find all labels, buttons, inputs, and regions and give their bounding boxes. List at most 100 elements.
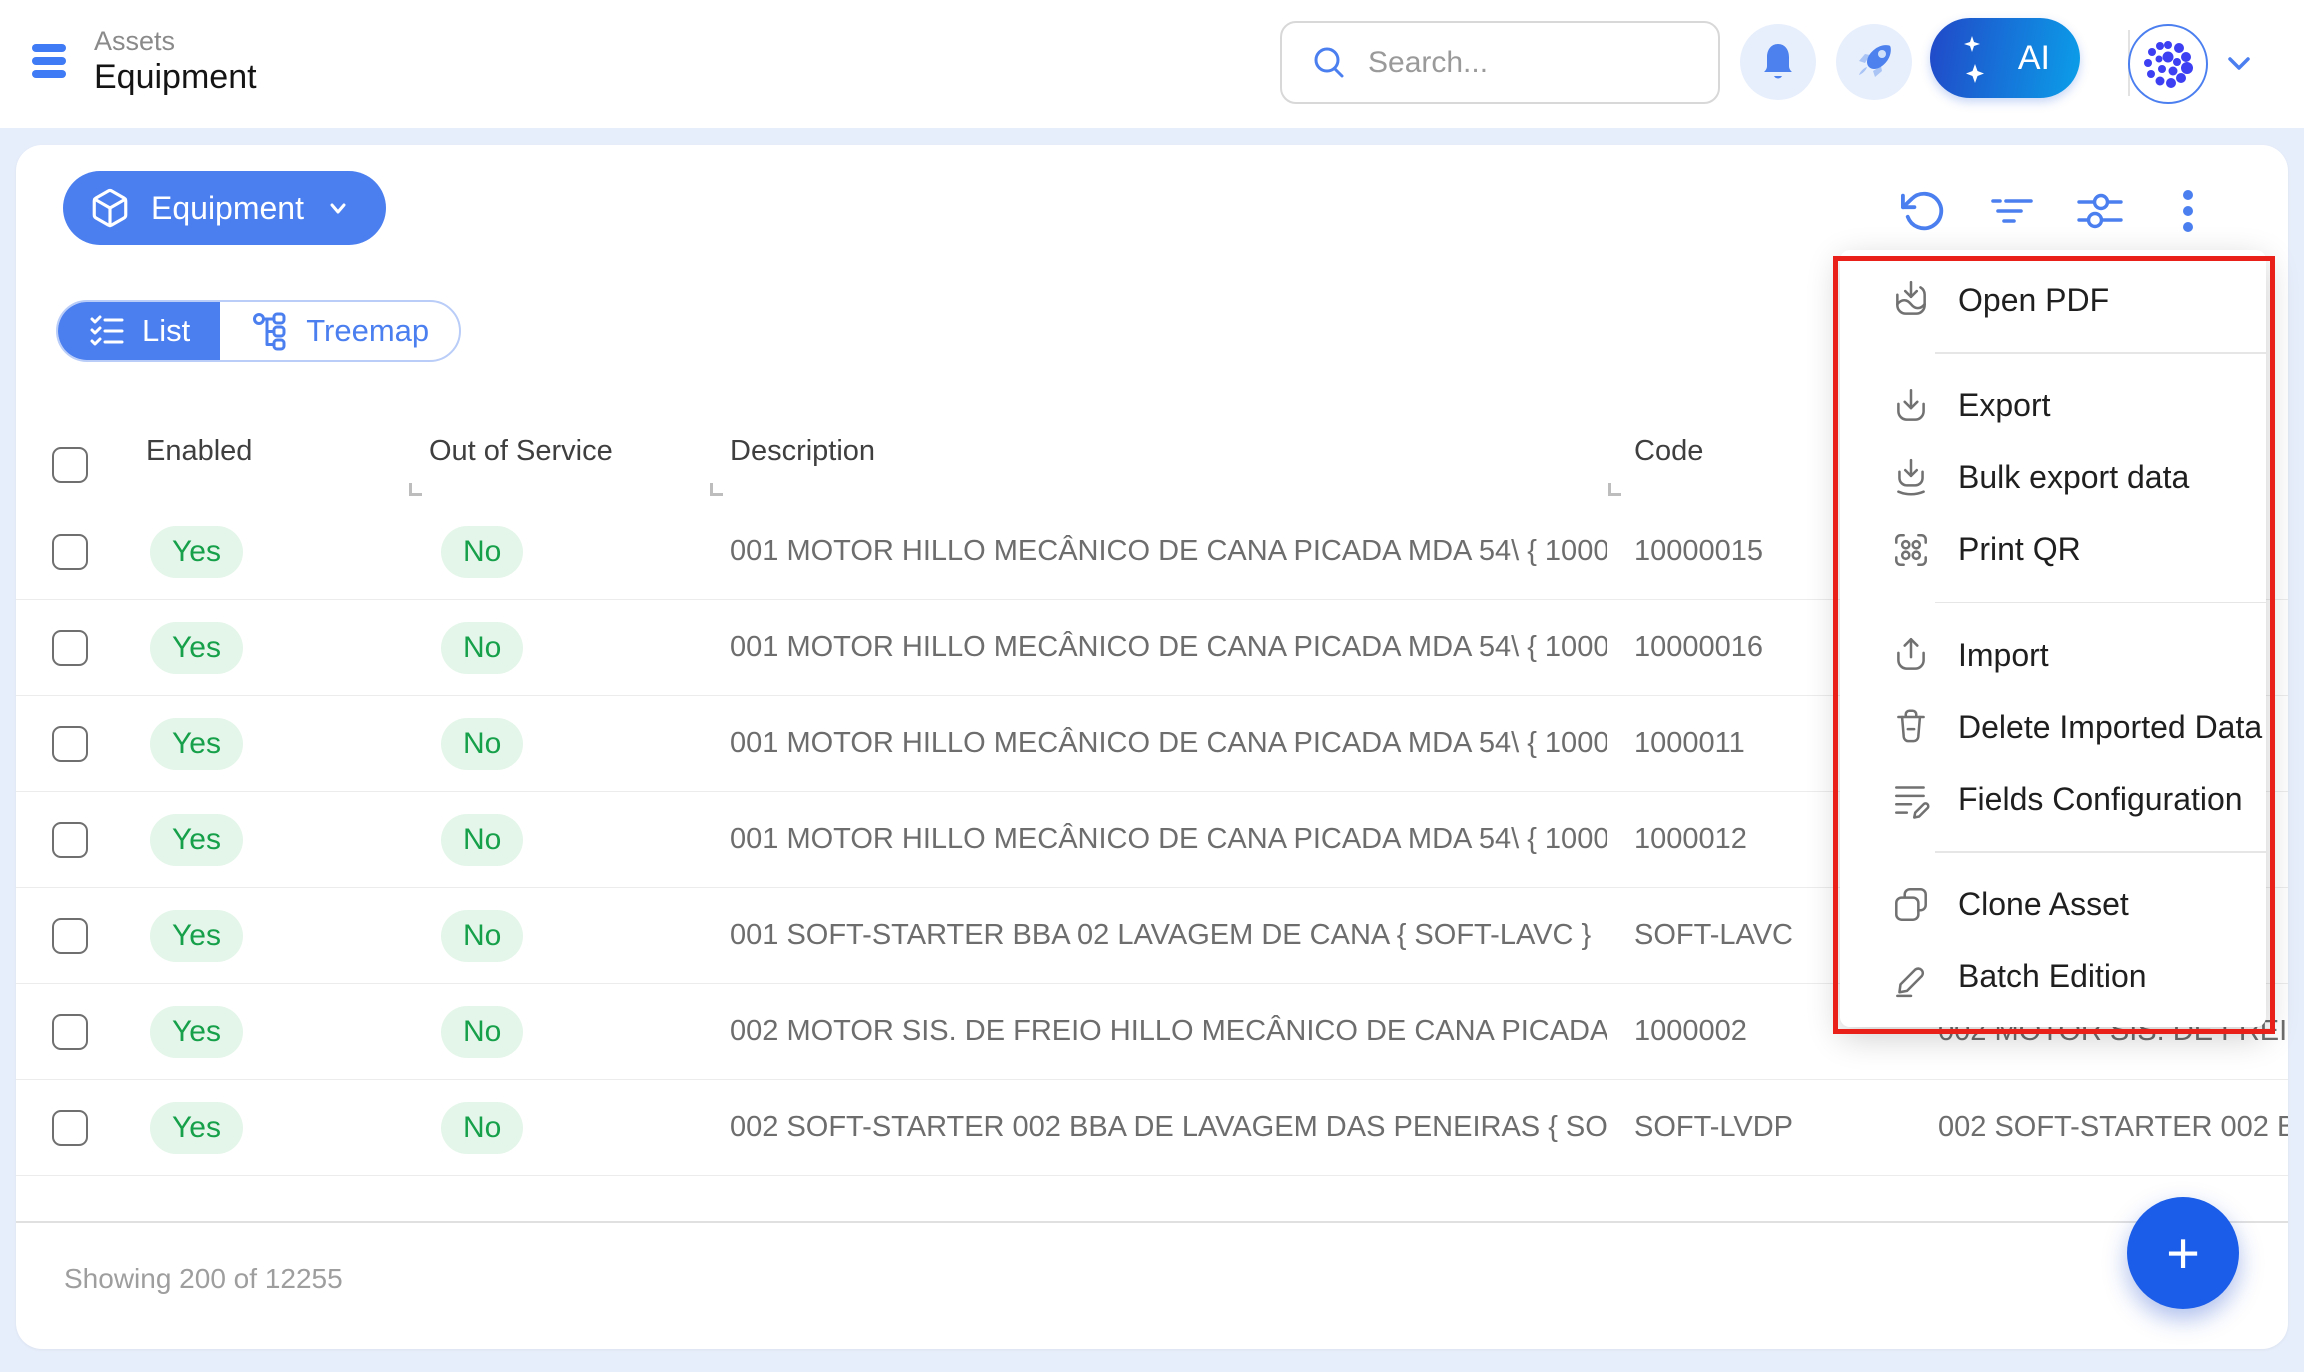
export-icon [1890, 385, 1932, 427]
search-box[interactable] [1280, 21, 1720, 104]
out-of-service-badge: No [441, 1102, 523, 1154]
enabled-badge: Yes [150, 910, 243, 962]
description-cell: 002 SOFT-STARTER 002 BBA DE LAVAGEM DAS … [702, 1111, 1607, 1144]
notifications-button[interactable] [1740, 24, 1816, 100]
menu-item-delete-imported-data[interactable]: Delete Imported Data [1840, 691, 2266, 763]
menu-item-batch-edition[interactable]: Batch Edition [1840, 941, 2266, 1013]
row-checkbox[interactable] [52, 1110, 88, 1146]
tab-treemap-view[interactable]: Treemap [220, 302, 459, 360]
hamburger-menu-icon[interactable] [32, 44, 66, 80]
out-of-service-badge: No [441, 814, 523, 866]
more-options-menu: Open PDF Export Bulk export data Print Q… [1840, 250, 2266, 1027]
box-icon [89, 187, 131, 229]
enabled-badge: Yes [150, 1006, 243, 1058]
page-title: Equipment [94, 58, 257, 97]
out-of-service-badge: No [441, 718, 523, 770]
bell-icon [1758, 40, 1798, 84]
column-header-enabled[interactable]: Enabled [146, 435, 402, 468]
menu-item-fields-configuration[interactable]: Fields Configuration [1840, 763, 2266, 835]
plus-icon: + [2166, 1220, 2200, 1287]
enabled-badge: Yes [150, 718, 243, 770]
top-bar: Assets Equipment [0, 0, 2304, 128]
description-cell: 001 MOTOR HILLO MECÂNICO DE CANA PICADA … [702, 727, 1607, 760]
org-logo-dots-icon [2139, 35, 2197, 93]
kebab-menu-icon [2181, 187, 2195, 235]
pencil-icon [1890, 956, 1932, 998]
entity-selector-button[interactable]: Equipment [63, 171, 386, 245]
search-input[interactable] [1368, 46, 1668, 80]
bulk-export-icon [1890, 457, 1932, 499]
more-options-button[interactable] [2164, 187, 2212, 235]
column-header-description[interactable]: Description [730, 435, 1607, 468]
row-checkbox[interactable] [52, 822, 88, 858]
add-asset-fab[interactable]: + [2127, 1197, 2239, 1309]
enabled-badge: Yes [150, 814, 243, 866]
description-cell: 001 MOTOR HILLO MECÂNICO DE CANA PICADA … [702, 823, 1607, 856]
select-all-checkbox[interactable] [52, 447, 88, 483]
clone-icon [1890, 884, 1932, 926]
out-of-service-badge: No [441, 1006, 523, 1058]
column-header-out-of-service[interactable]: Out of Service [429, 435, 702, 468]
ai-button-label: AI [2018, 39, 2050, 78]
extra-cell: 002 SOFT-STARTER 002 BE [1907, 1111, 2288, 1144]
menu-item-bulk-export[interactable]: Bulk export data [1840, 442, 2266, 514]
menu-item-export[interactable]: Export [1840, 370, 2266, 442]
import-icon [1890, 634, 1932, 676]
menu-item-print-qr[interactable]: Print QR [1840, 514, 2266, 586]
breadcrumb: Assets [94, 26, 175, 57]
row-checkbox[interactable] [52, 918, 88, 954]
footer-divider [16, 1221, 2288, 1223]
column-resize-grip[interactable] [710, 483, 723, 496]
refresh-icon [1901, 188, 1947, 234]
entity-selector-label: Equipment [151, 190, 304, 227]
row-checkbox[interactable] [52, 726, 88, 762]
menu-item-clone-asset[interactable]: Clone Asset [1840, 869, 2266, 941]
chevron-down-icon [324, 194, 352, 222]
out-of-service-badge: No [441, 910, 523, 962]
menu-item-import[interactable]: Import [1840, 619, 2266, 691]
description-cell: 002 MOTOR SIS. DE FREIO HILLO MECÂNICO D… [702, 1015, 1607, 1048]
enabled-badge: Yes [150, 622, 243, 674]
rocket-icon [1851, 39, 1897, 85]
description-cell: 001 SOFT-STARTER BBA 02 LAVAGEM DE CANA … [702, 919, 1607, 952]
filter-icon [1989, 191, 2035, 231]
ai-assistant-button[interactable]: AI [1930, 18, 2080, 98]
pdf-download-icon [1890, 279, 1932, 321]
filter-button[interactable] [1988, 187, 2036, 235]
view-toggle: List Treemap [56, 300, 461, 362]
qr-code-icon [1890, 529, 1932, 571]
out-of-service-badge: No [441, 526, 523, 578]
display-settings-button[interactable] [2076, 187, 2124, 235]
partial-table-row: Yes No [16, 1176, 2288, 1221]
menu-separator [1935, 352, 2266, 354]
description-cell: 001 MOTOR HILLO MECÂNICO DE CANA PICADA … [702, 631, 1607, 664]
table-row[interactable]: Yes No 002 SOFT-STARTER 002 BBA DE LAVAG… [16, 1080, 2288, 1176]
fields-config-icon [1890, 778, 1932, 820]
row-checkbox[interactable] [52, 1014, 88, 1050]
treemap-icon [250, 311, 290, 351]
account-chevron-down-icon[interactable] [2222, 50, 2256, 76]
row-count-status: Showing 200 of 12255 [64, 1263, 343, 1295]
launcher-button[interactable] [1836, 24, 1912, 100]
code-cell: SOFT-LVDP [1607, 1111, 1907, 1144]
menu-separator [1935, 602, 2266, 604]
refresh-button[interactable] [1900, 187, 1948, 235]
row-checkbox[interactable] [52, 534, 88, 570]
display-settings-icon [2076, 191, 2124, 231]
tab-list-label: List [142, 313, 190, 349]
account-avatar[interactable] [2128, 24, 2208, 104]
enabled-badge: Yes [150, 1102, 243, 1154]
menu-separator [1935, 851, 2266, 853]
list-icon [88, 314, 126, 348]
trash-icon [1890, 706, 1932, 748]
menu-item-open-pdf[interactable]: Open PDF [1840, 264, 2266, 336]
enabled-badge: Yes [150, 526, 243, 578]
search-icon [1310, 43, 1350, 83]
tab-treemap-label: Treemap [306, 313, 429, 349]
description-cell: 001 MOTOR HILLO MECÂNICO DE CANA PICADA … [702, 535, 1607, 568]
tab-list-view[interactable]: List [58, 302, 220, 360]
row-checkbox[interactable] [52, 630, 88, 666]
sparkles-icon [1960, 34, 1990, 86]
column-resize-grip[interactable] [409, 483, 422, 496]
column-resize-grip[interactable] [1608, 483, 1621, 496]
